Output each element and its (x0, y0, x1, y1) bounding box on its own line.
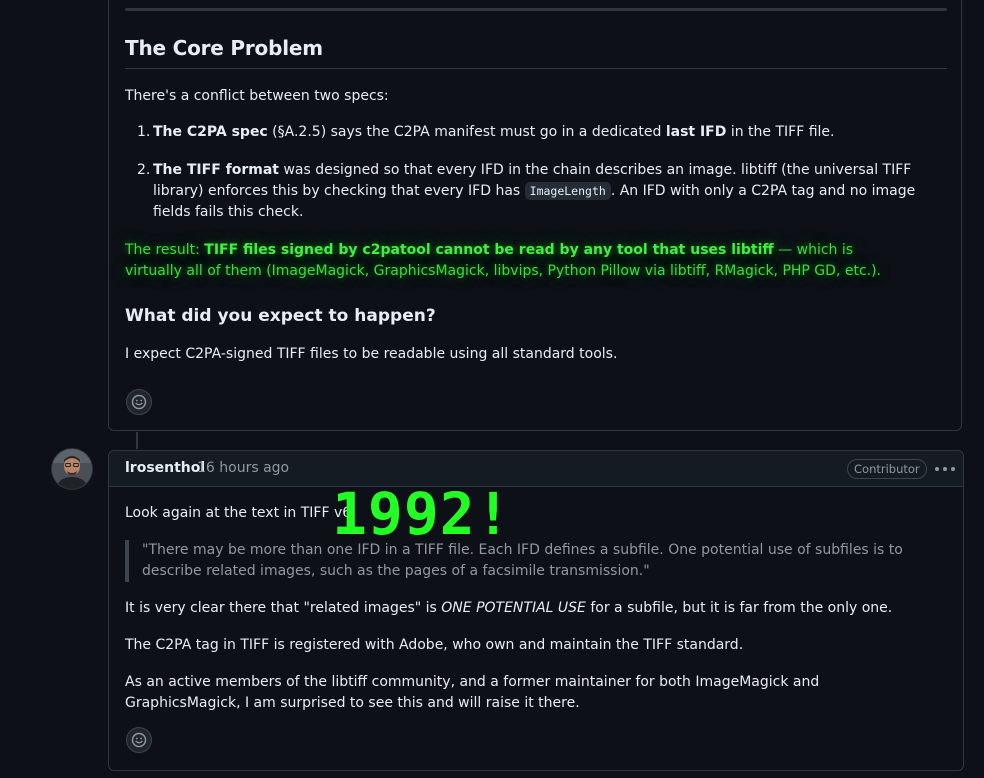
list-lead: The TIFF format (153, 162, 279, 178)
heading-expectation: What did you expect to happen? (125, 306, 436, 326)
comment-paragraph-3: The C2PA tag in TIFF is registered with … (125, 637, 744, 653)
comment-paragraph-2: It is very clear there that "related ima… (125, 598, 892, 619)
comment-timestamp-link[interactable]: 16 hours ago (197, 460, 289, 476)
list-text: in the TIFF file. (726, 124, 835, 140)
horizontal-rule (125, 8, 947, 11)
list-lead: The C2PA spec (153, 124, 268, 140)
contributor-badge: Contributor (847, 459, 927, 479)
add-reaction-button[interactable] (126, 389, 152, 415)
kebab-horizontal-icon[interactable] (935, 461, 955, 477)
add-reaction-button[interactable] (126, 727, 152, 753)
paragraph-text: It is very clear there that "related ima… (125, 600, 442, 616)
result-bold: TIFF files signed by c2patool cannot be … (204, 242, 774, 258)
menu-dot (943, 467, 947, 471)
comment-header: lrosenthol 16 hours ago Contributor (109, 451, 963, 487)
comment-paragraph-4: As an active members of the libtiff comm… (125, 674, 820, 711)
menu-dot (951, 467, 955, 471)
list-text: (§A.2.5) says the C2PA manifest must go … (267, 124, 666, 140)
inline-code: ImageLength (524, 182, 611, 200)
user-avatar[interactable] (52, 449, 92, 489)
smiley-icon (131, 394, 147, 410)
menu-dot (935, 467, 939, 471)
list-item: 2. The TIFF format was designed so that e… (125, 160, 925, 223)
list-item: 1. The C2PA spec (§A.2.5) says the C2PA m… (125, 122, 925, 143)
list-number: 2. (137, 162, 151, 178)
comment-paragraph-1: Look again at the text in TIFF v6 (125, 505, 352, 521)
avatar-image (52, 449, 92, 489)
heading-underline (125, 68, 947, 69)
specs-list: 1. The C2PA spec (§A.2.5) says the C2PA m… (125, 122, 925, 223)
expectation-paragraph: I expect C2PA-signed TIFF files to be re… (125, 346, 618, 362)
list-bold: last IFD (665, 124, 727, 140)
emphasis-text: ONE POTENTIAL USE (441, 600, 586, 616)
blockquote: "There may be more than one IFD in a TIF… (125, 540, 925, 582)
smiley-icon (131, 732, 147, 748)
comment-author-link[interactable]: lrosenthol (125, 460, 205, 476)
heading-core-problem: The Core Problem (125, 36, 323, 60)
timeline-connector (136, 432, 138, 449)
issue-thread: The Core Problem There's a conflict betw… (0, 0, 984, 778)
paragraph-text: for a subfile, but it is far from the on… (585, 600, 893, 616)
result-highlight: The result: TIFF files signed by c2patoo… (125, 240, 905, 282)
intro-paragraph: There's a conflict between two specs: (125, 88, 389, 104)
list-number: 1. (137, 124, 151, 140)
result-prefix: The result: (125, 242, 205, 258)
